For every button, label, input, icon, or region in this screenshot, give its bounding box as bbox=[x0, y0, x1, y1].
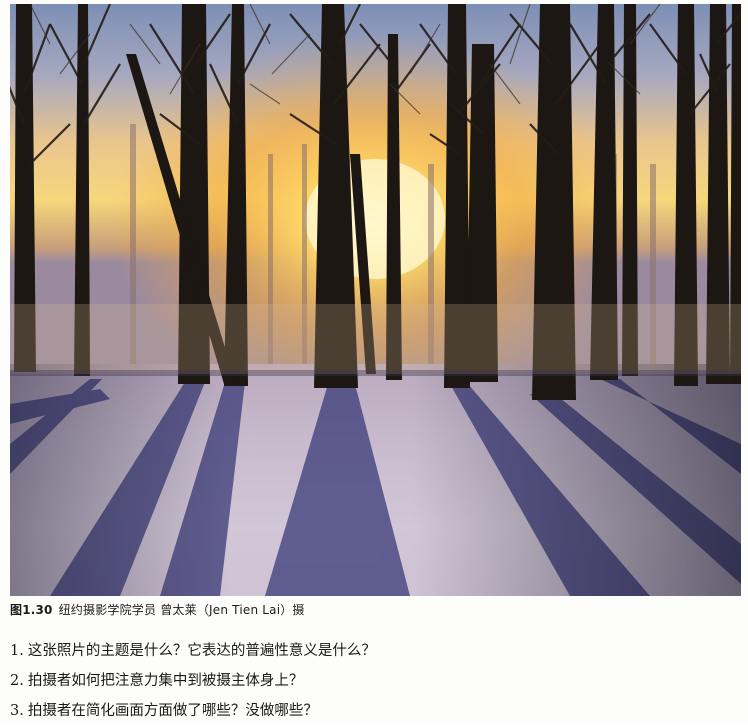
question-text: 拍摄者如何把注意力集中到被摄主体身上？ bbox=[27, 673, 304, 689]
question-number: 2. bbox=[10, 673, 24, 689]
question-text: 这张照片的主题是什么？它表达的普遍性意义是什么？ bbox=[27, 643, 376, 659]
question-item: 1. 这张照片的主题是什么？它表达的普遍性意义是什么？ bbox=[10, 638, 376, 668]
figure-caption-text: 纽约摄影学院学员 曾太莱（Jen Tien Lai）摄 bbox=[58, 603, 305, 617]
textbook-page: 图1.30 纽约摄影学院学员 曾太莱（Jen Tien Lai）摄 1. 这张照片的… bbox=[0, 0, 748, 724]
photo-image bbox=[10, 4, 741, 596]
figure-number: 图1.30 bbox=[10, 603, 53, 617]
question-number: 1. bbox=[10, 643, 24, 659]
question-list: 1. 这张照片的主题是什么？它表达的普遍性意义是什么？ 2. 拍摄者如何把注意力集中… bbox=[10, 638, 376, 728]
figure-photo bbox=[10, 4, 741, 596]
question-number: 3. bbox=[10, 703, 24, 719]
question-text: 拍摄者在简化画面方面做了哪些？没做哪些？ bbox=[27, 703, 318, 719]
figure-caption: 图1.30 纽约摄影学院学员 曾太莱（Jen Tien Lai）摄 bbox=[10, 601, 305, 618]
question-item: 2. 拍摄者如何把注意力集中到被摄主体身上？ bbox=[10, 668, 376, 698]
